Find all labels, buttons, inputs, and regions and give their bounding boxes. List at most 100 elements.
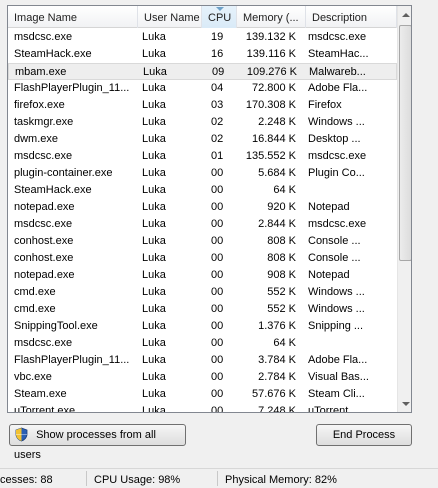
process-cpu: 00 (211, 235, 224, 247)
process-user: Luka (142, 150, 166, 162)
table-row[interactable]: notepad.exe Luka 00 908 K Notepad (8, 267, 397, 284)
process-memory: 57.676 K (251, 388, 296, 400)
process-list[interactable]: Image Name User Name CPU Memory (... Des… (7, 5, 412, 413)
process-name: msdcsc.exe (14, 31, 73, 43)
process-name: plugin-container.exe (14, 167, 113, 179)
column-header-description[interactable]: Description (306, 6, 397, 28)
process-cpu: 03 (211, 99, 224, 111)
process-memory: 2.844 K (258, 218, 296, 230)
process-user: Luka (142, 269, 166, 281)
process-cpu: 19 (211, 31, 224, 43)
process-cpu: 00 (211, 167, 224, 179)
process-cpu: 00 (211, 388, 224, 400)
process-name: notepad.exe (14, 201, 75, 213)
table-row[interactable]: mbam.exe Luka 09 109.276 K Malwareb... (8, 63, 397, 80)
process-description: Console ... (308, 235, 361, 247)
process-cpu: 00 (211, 337, 224, 349)
process-description: Visual Bas... (308, 371, 369, 383)
process-user: Luka (142, 201, 166, 213)
scrollbar-thumb[interactable] (399, 25, 411, 261)
table-row[interactable]: notepad.exe Luka 00 920 K Notepad (8, 199, 397, 216)
process-description: Firefox (308, 99, 342, 111)
column-header-user-name[interactable]: User Name (138, 6, 202, 28)
process-cpu: 00 (211, 286, 224, 298)
table-row[interactable]: msdcsc.exe Luka 00 2.844 K msdcsc.exe (8, 216, 397, 233)
process-description: Adobe Fla... (308, 354, 368, 366)
process-memory: 908 K (267, 269, 296, 281)
table-row[interactable]: vbc.exe Luka 00 2.784 K Visual Bas... (8, 369, 397, 386)
process-cpu: 01 (211, 150, 224, 162)
process-memory: 72.800 K (251, 82, 296, 94)
process-memory: 808 K (267, 235, 296, 247)
table-row[interactable]: SteamHack.exe Luka 00 64 K (8, 182, 397, 199)
process-memory: 109.276 K (246, 66, 297, 78)
process-description: SteamHac... (308, 48, 369, 60)
process-description (308, 182, 394, 199)
process-description: Adobe Fla... (308, 82, 368, 94)
process-cpu: 00 (211, 184, 224, 196)
table-row[interactable]: FlashPlayerPlugin_11... Luka 04 72.800 K Ado… (8, 80, 397, 97)
scroll-down-icon (401, 401, 410, 406)
process-memory: 552 K (267, 286, 296, 298)
table-row[interactable]: dwm.exe Luka 02 16.844 K Desktop ... (8, 131, 397, 148)
process-cpu: 00 (211, 269, 224, 281)
table-row[interactable]: taskmgr.exe Luka 02 2.248 K Windows ... (8, 114, 397, 131)
table-row[interactable]: msdcsc.exe Luka 00 64 K (8, 335, 397, 352)
process-cpu: 00 (211, 201, 224, 213)
scroll-down-button[interactable] (398, 395, 411, 412)
process-user: Luka (143, 66, 167, 78)
status-cpu-usage: CPU Usage: 98% (94, 474, 181, 486)
process-description: Windows ... (308, 116, 365, 128)
end-process-button[interactable]: End Process (316, 424, 412, 446)
table-row[interactable]: SteamHack.exe Luka 16 139.116 K SteamHac... (8, 46, 397, 63)
process-description: Windows ... (308, 286, 365, 298)
column-header-bar: Image Name User Name CPU Memory (... Des… (8, 6, 397, 28)
shield-icon (15, 427, 28, 442)
process-cpu: 00 (211, 218, 224, 230)
table-row[interactable]: cmd.exe Luka 00 552 K Windows ... (8, 284, 397, 301)
status-bar: cesses: 88 CPU Usage: 98% Physical Memor… (0, 468, 438, 487)
process-user: Luka (142, 99, 166, 111)
table-row[interactable]: FlashPlayerPlugin_11... Luka 00 3.784 K Adob… (8, 352, 397, 369)
table-row[interactable]: uTorrent.exe Luka 00 7.248 K uTorrent (8, 403, 397, 413)
table-row[interactable]: plugin-container.exe Luka 00 5.684 K Plugin … (8, 165, 397, 182)
table-row[interactable]: Steam.exe Luka 00 57.676 K Steam Cli... (8, 386, 397, 403)
process-name: conhost.exe (14, 235, 74, 247)
table-row[interactable]: msdcsc.exe Luka 19 139.132 K msdcsc.exe (8, 29, 397, 46)
process-memory: 7.248 K (258, 405, 296, 413)
process-description: uTorrent (308, 405, 349, 413)
process-name: vbc.exe (14, 371, 52, 383)
process-name: firefox.exe (14, 99, 65, 111)
process-memory: 1.376 K (258, 320, 296, 332)
process-cpu: 00 (211, 320, 224, 332)
scroll-up-icon (401, 12, 410, 17)
column-header-cpu[interactable]: CPU (202, 6, 237, 28)
table-row[interactable]: firefox.exe Luka 03 170.308 K Firefox (8, 97, 397, 114)
process-name: conhost.exe (14, 252, 74, 264)
status-divider (217, 471, 218, 486)
process-name: mbam.exe (15, 66, 67, 78)
table-row[interactable]: conhost.exe Luka 00 808 K Console ... (8, 233, 397, 250)
table-row[interactable]: conhost.exe Luka 00 808 K Console ... (8, 250, 397, 267)
column-header-memory[interactable]: Memory (... (237, 6, 306, 28)
table-row[interactable]: SnippingTool.exe Luka 00 1.376 K Snipping ..… (8, 318, 397, 335)
table-row[interactable]: cmd.exe Luka 00 552 K Windows ... (8, 301, 397, 318)
process-description: Steam Cli... (308, 388, 365, 400)
process-cpu: 00 (211, 303, 224, 315)
process-memory: 135.552 K (245, 150, 296, 162)
process-user: Luka (142, 286, 166, 298)
process-name: cmd.exe (14, 286, 56, 298)
process-user: Luka (142, 116, 166, 128)
process-name: uTorrent.exe (14, 405, 76, 413)
status-divider (86, 471, 87, 486)
process-memory: 3.784 K (258, 354, 296, 366)
process-cpu: 00 (211, 354, 224, 366)
vertical-scrollbar[interactable] (397, 6, 411, 412)
process-description: Malwareb... (309, 66, 366, 78)
scroll-up-button[interactable] (398, 6, 411, 23)
show-all-processes-button[interactable]: Show processes from all users (9, 424, 186, 461)
process-description: msdcsc.exe (308, 218, 367, 230)
table-row[interactable]: msdcsc.exe Luka 01 135.552 K msdcsc.exe (8, 148, 397, 165)
column-header-image-name[interactable]: Image Name (8, 6, 138, 28)
process-description: Console ... (308, 252, 361, 264)
